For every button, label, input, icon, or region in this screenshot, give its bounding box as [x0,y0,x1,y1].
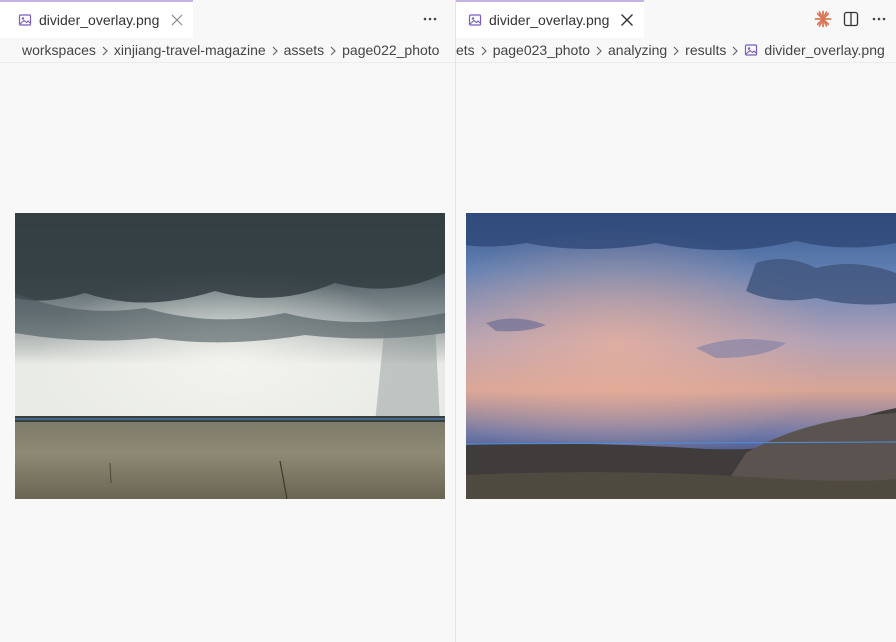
tab-bar: divider_overlay.png [0,0,455,38]
image-preview-storm-grassland [15,213,445,499]
breadcrumb-item-assets[interactable]: assets [284,42,324,58]
close-icon[interactable] [619,12,635,28]
breadcrumb-item-results[interactable]: results [685,42,726,58]
chevron-right-icon [328,44,338,56]
editor-pane-right: divider_overlay.png ets page023_photo an… [456,0,896,642]
more-actions-icon[interactable] [866,6,892,32]
image-preview-sunset-hills [466,213,896,499]
chevron-right-icon [479,44,489,56]
breadcrumb-item-project[interactable]: xinjiang-travel-magazine [114,42,266,58]
editor-pane-left: divider_overlay.png workspaces xinjiang-… [0,0,456,642]
breadcrumb-item-file[interactable]: divider_overlay.png [764,42,884,58]
breadcrumb-item-workspaces[interactable]: workspaces [22,42,96,58]
breadcrumb-item-assets[interactable]: ets [456,42,475,58]
breadcrumb-item-photo-folder[interactable]: page022_photo [342,42,439,58]
claude-spark-icon[interactable] [810,6,836,32]
image-file-icon [744,43,758,57]
tab-actions [810,0,896,38]
breadcrumb-item-photo-folder[interactable]: page023_photo [493,42,590,58]
close-icon[interactable] [169,12,185,28]
breadcrumb: workspaces xinjiang-travel-magazine asse… [0,38,455,63]
more-actions-icon[interactable] [417,6,443,32]
split-editor-icon[interactable] [838,6,864,32]
image-file-icon [18,13,32,27]
tab-label: divider_overlay.png [489,12,610,28]
chevron-right-icon [730,44,740,56]
breadcrumb: ets page023_photo analyzing results divi… [456,38,896,63]
chevron-right-icon [270,44,280,56]
image-file-icon [468,13,482,27]
tab-actions [417,0,455,38]
chevron-right-icon [100,44,110,56]
tab-label: divider_overlay.png [39,12,160,28]
chevron-right-icon [671,44,681,56]
breadcrumb-item-analyzing[interactable]: analyzing [608,42,667,58]
chevron-right-icon [594,44,604,56]
tab-divider-overlay-left[interactable]: divider_overlay.png [0,0,193,38]
tab-bar: divider_overlay.png [456,0,896,38]
tab-divider-overlay-right[interactable]: divider_overlay.png [456,0,644,38]
